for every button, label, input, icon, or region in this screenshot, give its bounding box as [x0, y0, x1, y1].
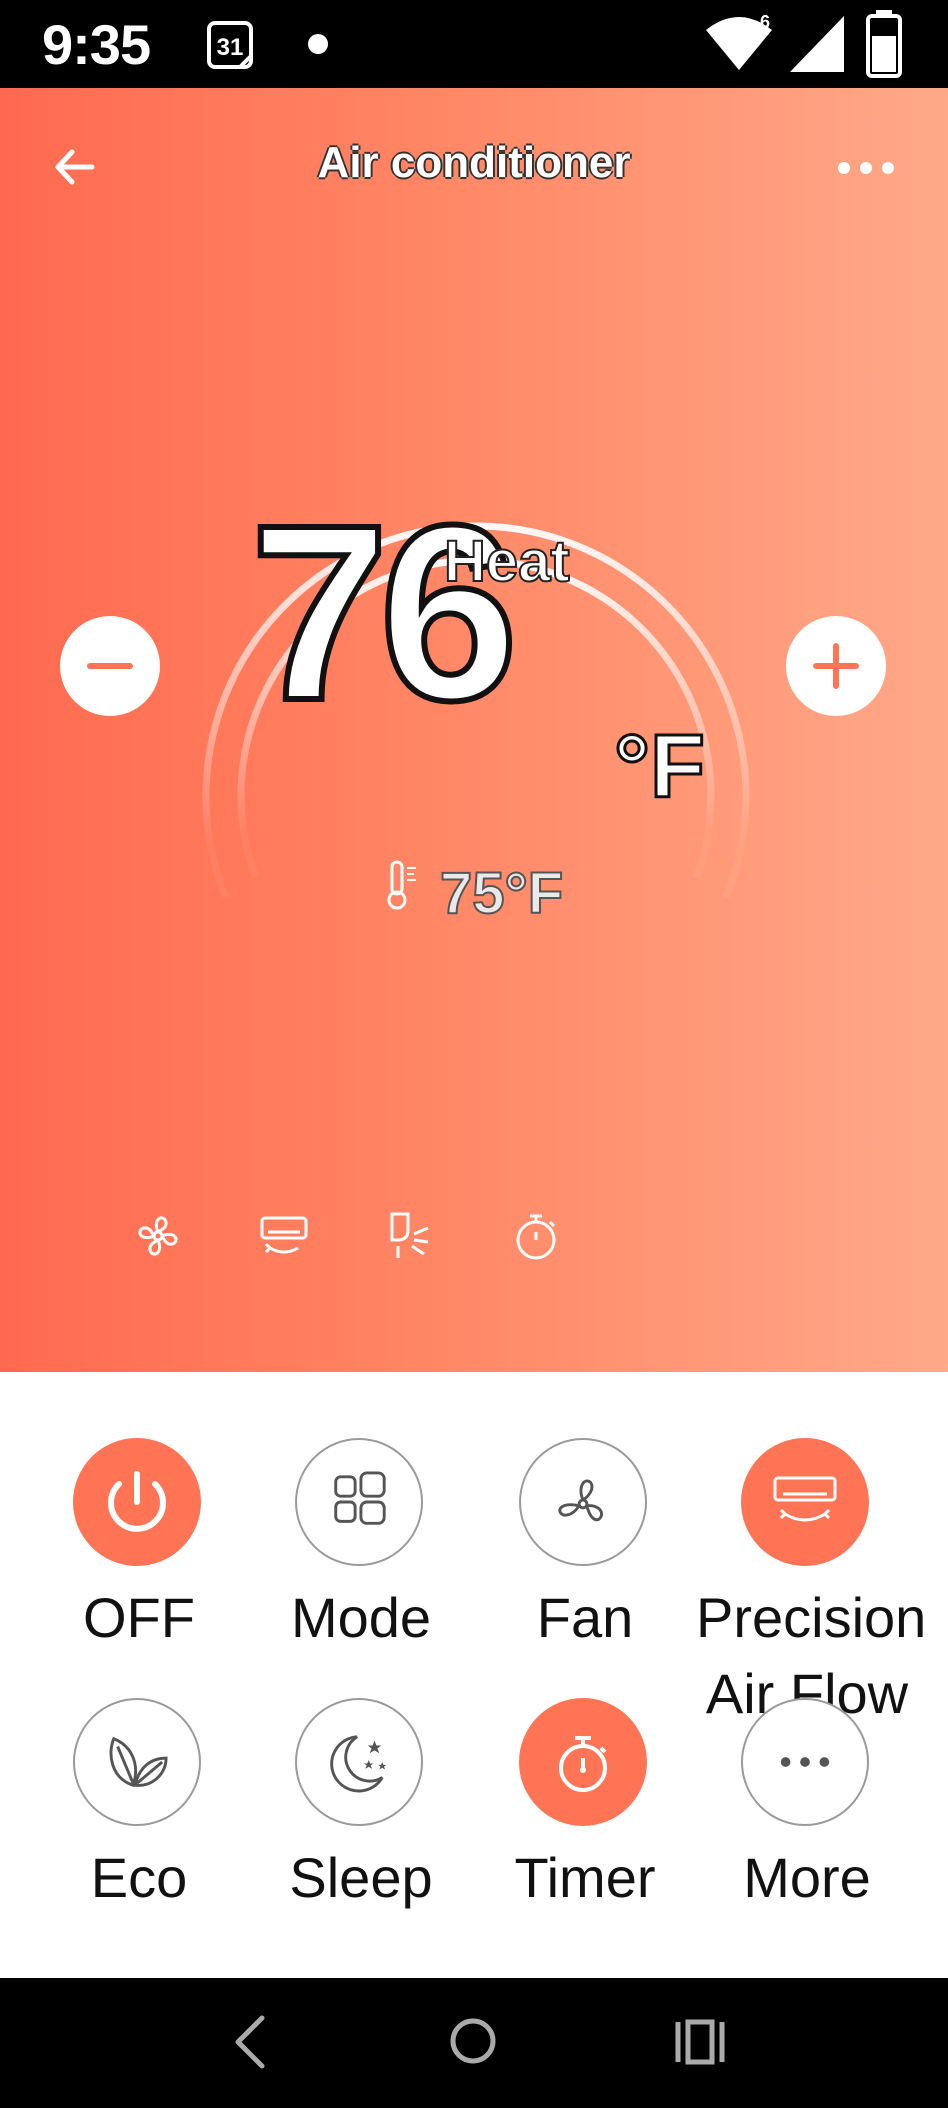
status-time: 9:35 — [42, 13, 151, 76]
temperature-unit: °F — [613, 716, 707, 819]
moon-icon — [330, 1735, 387, 1793]
precision-air-flow-button[interactable] — [741, 1438, 869, 1566]
calendar-day: 31 — [217, 34, 244, 61]
timer-button[interactable] — [519, 1698, 647, 1826]
fan-label: Fan — [536, 1586, 634, 1649]
notification-dot — [308, 34, 328, 54]
system-nav-bar — [0, 1978, 948, 2108]
fan-icon — [138, 1216, 178, 1256]
calendar-icon: 31 — [207, 21, 253, 69]
more-button[interactable] — [741, 1698, 869, 1826]
grid-icon — [334, 1471, 386, 1525]
minus-icon — [87, 663, 133, 669]
page-title: Air conditioner — [317, 138, 631, 187]
fan-icon — [558, 1479, 604, 1522]
increase-temp-button[interactable] — [786, 616, 886, 716]
power-button[interactable] — [73, 1438, 201, 1566]
nav-home-icon[interactable] — [448, 2016, 498, 2066]
thermostat-panel: Air conditioner 76 Heat °F 75°F — [0, 88, 948, 1372]
power-icon — [108, 1471, 166, 1532]
mode-button[interactable] — [295, 1438, 423, 1566]
timer-label: Timer — [514, 1846, 656, 1909]
thermometer-icon — [387, 860, 416, 910]
eco-label: Eco — [90, 1846, 188, 1909]
nav-recent-apps-icon[interactable] — [672, 2018, 728, 2066]
room-temperature: 75°F — [439, 860, 564, 927]
signal-icon — [790, 16, 844, 72]
air-unit-icon — [260, 1216, 308, 1254]
more-options-icon[interactable] — [836, 156, 896, 180]
eco-button[interactable] — [73, 1698, 201, 1826]
timer-icon — [559, 1736, 607, 1792]
battery-icon — [866, 10, 902, 78]
status-icon-row — [0, 1208, 948, 1288]
wifi-icon: 6 — [706, 12, 772, 70]
swing-icon — [390, 1212, 429, 1258]
air-flow-icon — [773, 1476, 837, 1522]
timer-icon — [516, 1214, 556, 1260]
more-dots-icon — [780, 1757, 830, 1767]
controls-grid: OFF Mode Fan Precision Air Flow Eco Slee… — [0, 1372, 948, 1978]
sleep-button[interactable] — [295, 1698, 423, 1826]
more-label: More — [743, 1846, 871, 1909]
plus-icon — [813, 643, 859, 689]
fan-button[interactable] — [519, 1438, 647, 1566]
mode-label-control: Mode — [290, 1586, 432, 1649]
power-label: OFF — [83, 1586, 195, 1649]
mode-label: Heat — [443, 528, 571, 595]
network-badge: 6 — [760, 12, 770, 32]
leaf-icon — [109, 1736, 168, 1788]
decrease-temp-button[interactable] — [60, 616, 160, 716]
status-bar: 9:35 31 6 — [0, 0, 948, 88]
nav-back-icon[interactable] — [226, 2010, 276, 2074]
sleep-label: Sleep — [289, 1846, 433, 1909]
